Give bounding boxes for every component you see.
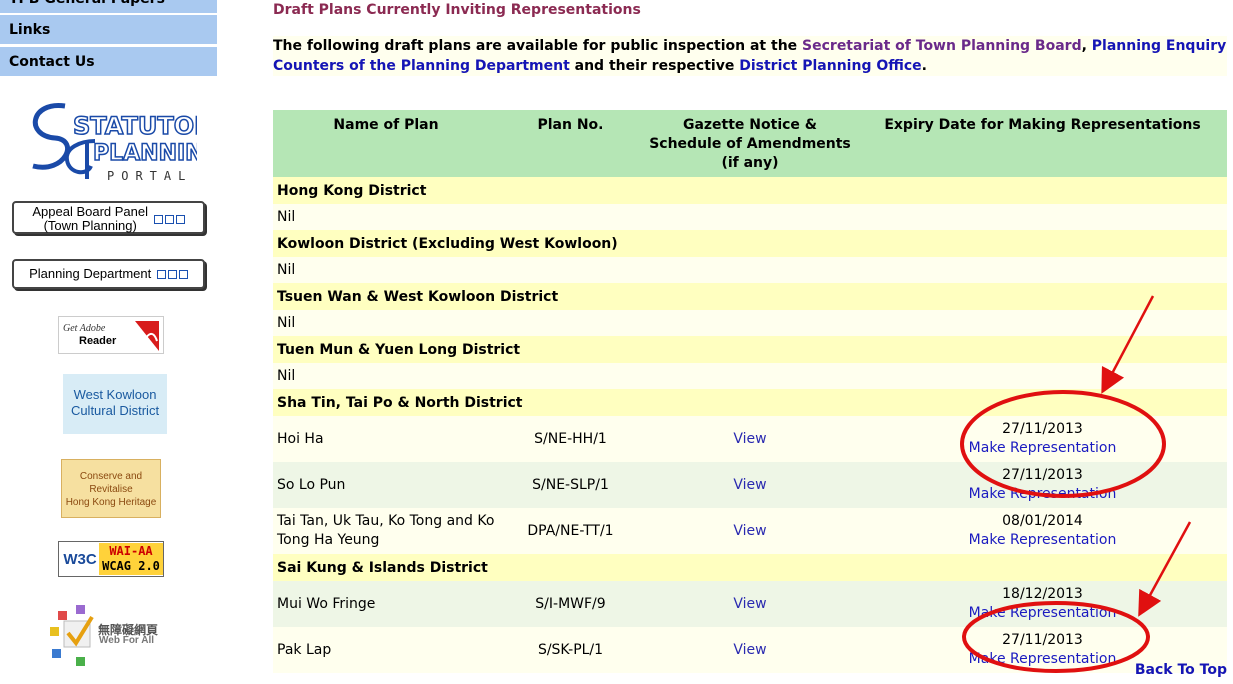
left-sidebar: TPB General Papers Links Contact Us STAT… [0, 0, 230, 684]
col-header-name-of-plan: Name of Plan [273, 110, 499, 177]
web-for-all-badge[interactable]: 無障礙網頁 Web For All [48, 603, 173, 668]
district-row-tsuen-wan: Tsuen Wan & West Kowloon District [273, 283, 1227, 310]
make-representation-link[interactable]: Make Representation [862, 604, 1223, 623]
plan-row-mui-wo-fringe: Mui Wo Fringe S/I-MWF/9 View 18/12/2013 M… [273, 581, 1227, 627]
plan-row-so-lo-pun: So Lo Pun S/NE-SLP/1 View 27/11/2013 Make… [273, 462, 1227, 508]
statutory-planning-portal-logo[interactable]: STATUTORY PLANNING PORTAL [25, 96, 230, 184]
nav-item-tpb-general-papers[interactable]: TPB General Papers [0, 0, 217, 14]
heritage-line1: Conserve and [79, 471, 143, 482]
plan-number: S/SK-PL/1 [499, 627, 642, 673]
expiry-date: 27/11/2013 [1002, 421, 1083, 437]
conserve-revitalise-heritage-badge[interactable]: Conserve and Revitalise Hong Kong Herita… [61, 459, 161, 518]
view-gazette-link[interactable]: View [733, 477, 766, 493]
nil-row: Nil [273, 310, 1227, 336]
w3c-logo-text: W3C [63, 551, 97, 568]
wai-aa-text: WAI-AA [109, 544, 153, 558]
district-name: Hong Kong District [273, 177, 1227, 204]
back-to-top-link[interactable]: Back To Top [1135, 662, 1227, 678]
table-header-row: Name of Plan Plan No. Gazette Notice & S… [273, 110, 1227, 177]
wcag-text: WCAG 2.0 [102, 559, 160, 573]
col-header-expiry-date: Expiry Date for Making Representations [858, 110, 1227, 177]
page-title: Draft Plans Currently Inviting Represent… [273, 2, 641, 18]
expiry-date: 18/12/2013 [1002, 586, 1083, 602]
district-row-sha-tin: Sha Tin, Tai Po & North District [273, 389, 1227, 416]
secretariat-tpb-link[interactable]: Secretariat of Town Planning Board [802, 38, 1082, 54]
district-name: Kowloon District (Excluding West Kowloon… [273, 230, 1227, 257]
planning-department-button[interactable]: Planning Department [12, 259, 205, 289]
window-squares-icon [155, 266, 188, 281]
make-representation-link[interactable]: Make Representation [862, 531, 1223, 550]
heritage-line3: Hong Kong Heritage [65, 497, 157, 508]
web-for-all-english: Web For All [99, 635, 154, 646]
col-header-gazette-notice: Gazette Notice & Schedule of Amendments … [642, 110, 858, 177]
nil-text: Nil [273, 204, 1227, 230]
w3c-wai-aa-badge[interactable]: W3C WAI-AA WCAG 2.0 [58, 541, 164, 577]
plan-number: S/NE-HH/1 [499, 416, 642, 462]
plan-name: Mui Wo Fringe [273, 581, 499, 627]
district-row-hong-kong: Hong Kong District [273, 177, 1227, 204]
expiry-date: 27/11/2013 [1002, 632, 1083, 648]
window-squares-icon [152, 211, 185, 226]
plan-name: Hoi Ha [273, 416, 499, 462]
intro-paragraph: The following draft plans are available … [273, 36, 1227, 76]
logo-portal-text: PORTAL [107, 169, 192, 183]
adobe-reader-text: Reader [79, 335, 117, 347]
appeal-board-panel-button[interactable]: Appeal Board Panel (Town Planning) [12, 201, 205, 234]
view-gazette-link[interactable]: View [733, 642, 766, 658]
view-gazette-link[interactable]: View [733, 523, 766, 539]
expiry-date: 27/11/2013 [1002, 467, 1083, 483]
plan-row-pak-lap: Pak Lap S/SK-PL/1 View 27/11/2013 Make Re… [273, 627, 1227, 673]
planning-department-label: Planning Department [29, 266, 152, 281]
plan-number: DPA/NE-TT/1 [499, 508, 642, 554]
nil-row: Nil [273, 257, 1227, 283]
appeal-board-panel-label: Appeal Board Panel [32, 204, 149, 219]
nav-item-contact-us[interactable]: Contact Us [0, 47, 217, 77]
district-name: Sai Kung & Islands District [273, 554, 1227, 581]
adobe-get-text: Get Adobe [63, 323, 106, 334]
district-row-kowloon: Kowloon District (Excluding West Kowloon… [273, 230, 1227, 257]
nav-item-links[interactable]: Links [0, 15, 217, 45]
logo-planning-text: PLANNING [93, 141, 197, 166]
district-name: Tsuen Wan & West Kowloon District [273, 283, 1227, 310]
plan-name: So Lo Pun [273, 462, 499, 508]
web-for-all-cube-icon [50, 605, 94, 666]
nil-row: Nil [273, 204, 1227, 230]
intro-text: The following draft plans are available … [273, 38, 803, 54]
intro-text-3: . [921, 58, 927, 74]
make-representation-link[interactable]: Make Representation [862, 439, 1223, 458]
plan-name: Pak Lap [273, 627, 499, 673]
col-header-plan-no: Plan No. [499, 110, 642, 177]
make-representation-link[interactable]: Make Representation [862, 485, 1223, 504]
heritage-line2: Revitalise [89, 484, 133, 495]
intro-separator: , [1081, 38, 1092, 54]
nil-row: Nil [273, 363, 1227, 389]
district-row-sai-kung: Sai Kung & Islands District [273, 554, 1227, 581]
adobe-reader-icon [135, 321, 159, 351]
logo-statutory-text: STATUTORY [73, 112, 197, 140]
wkcd-line1: West Kowloon [73, 387, 157, 402]
wkcd-line2: Cultural District [70, 403, 160, 418]
plan-number: S/I-MWF/9 [499, 581, 642, 627]
draft-plans-table: Name of Plan Plan No. Gazette Notice & S… [273, 110, 1227, 673]
intro-text-2: and their respective [569, 58, 740, 74]
district-planning-office-link[interactable]: District Planning Office [739, 58, 921, 74]
district-name: Tuen Mun & Yuen Long District [273, 336, 1227, 363]
nil-text: Nil [273, 363, 1227, 389]
west-kowloon-cultural-district-badge[interactable]: West Kowloon Cultural District [63, 374, 167, 434]
district-row-tuen-mun: Tuen Mun & Yuen Long District [273, 336, 1227, 363]
nil-text: Nil [273, 257, 1227, 283]
appeal-board-panel-sublabel: (Town Planning) [43, 218, 137, 233]
view-gazette-link[interactable]: View [733, 431, 766, 447]
view-gazette-link[interactable]: View [733, 596, 766, 612]
plan-number: S/NE-SLP/1 [499, 462, 642, 508]
plan-row-hoi-ha: Hoi Ha S/NE-HH/1 View 27/11/2013 Make Rep… [273, 416, 1227, 462]
get-adobe-reader-badge[interactable]: Get Adobe Reader [58, 316, 164, 354]
plan-name: Tai Tan, Uk Tau, Ko Tong and Ko Tong Ha … [273, 508, 499, 554]
district-name: Sha Tin, Tai Po & North District [273, 389, 1227, 416]
plan-row-tai-tan: Tai Tan, Uk Tau, Ko Tong and Ko Tong Ha … [273, 508, 1227, 554]
expiry-date: 08/01/2014 [1002, 513, 1083, 529]
nil-text: Nil [273, 310, 1227, 336]
